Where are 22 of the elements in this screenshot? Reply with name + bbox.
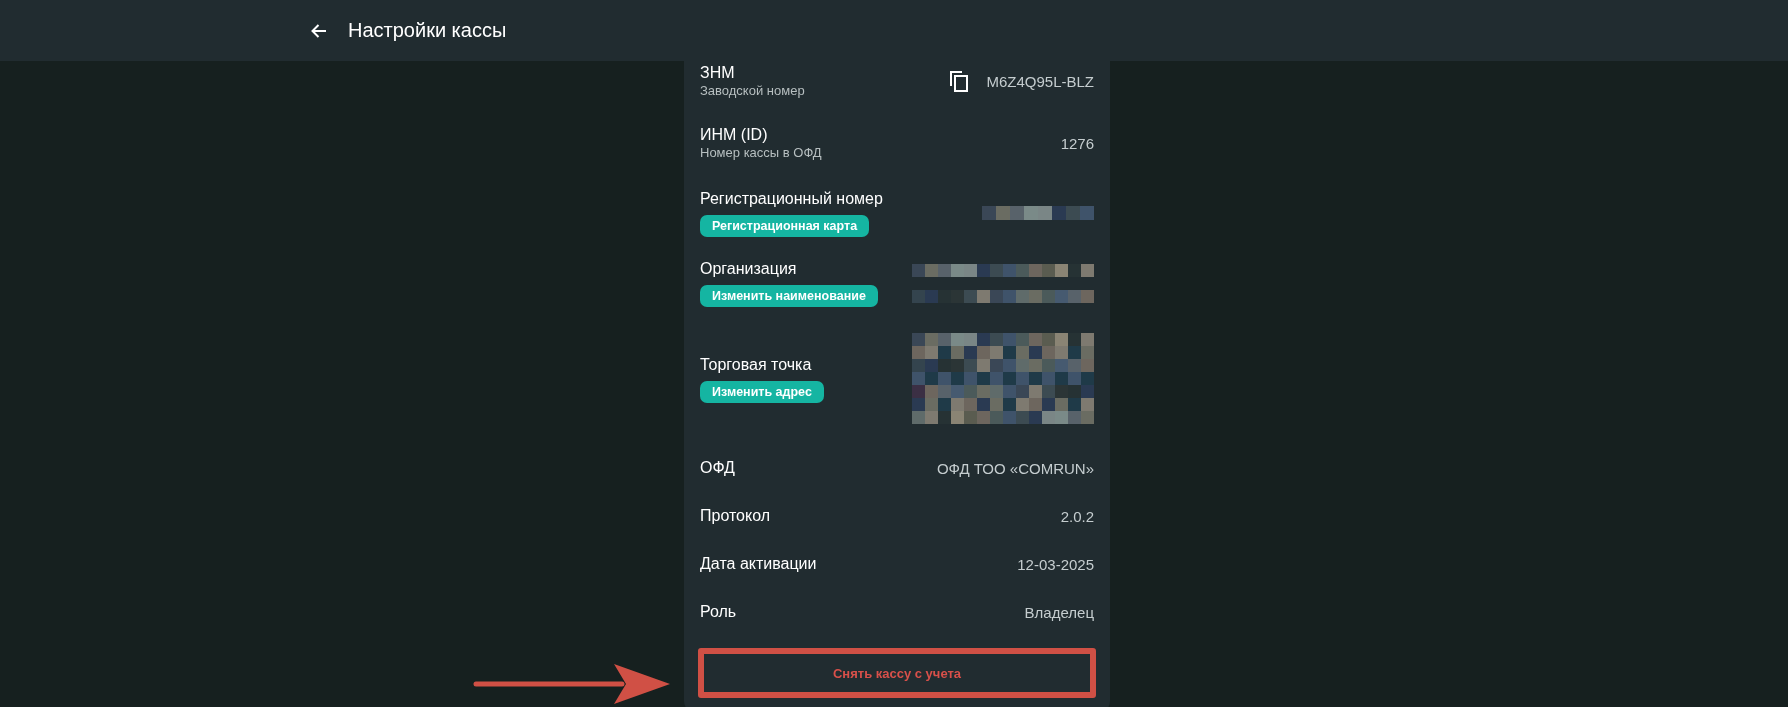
field-value: Владелец [1024,603,1094,621]
field-caption: Заводской номер [700,83,805,99]
field-label: Организация [700,259,797,279]
field-label: Дата активации [700,554,817,574]
field-value: ОФД ТОО «COMRUN» [936,459,1094,477]
field-label: ЗНМ [700,63,735,83]
action-button[interactable]: Изменить наименование [700,285,878,307]
page-title: Настройки кассы [348,19,507,42]
field-label: Торговая точка [700,354,812,375]
copy-icon[interactable] [950,70,969,92]
field-caption: Номер кассы в ОФД [700,145,822,161]
field-label: Роль [700,602,737,622]
field-value: 1276 [1060,134,1094,152]
field-value: 2.0.2 [1060,507,1094,525]
action-button[interactable]: Регистрационная карта [700,215,870,237]
field-label: Протокол [700,506,771,526]
field-value: 12-03-2025 [1017,555,1094,573]
field-label: ОФД [700,458,735,478]
action-button[interactable]: Изменить адрес [700,380,824,403]
field-label: Регистрационный номер [700,189,883,209]
field-value: M6Z4Q95L-BLZ [986,72,1094,90]
field-label: ИНМ (ID) [700,125,768,145]
